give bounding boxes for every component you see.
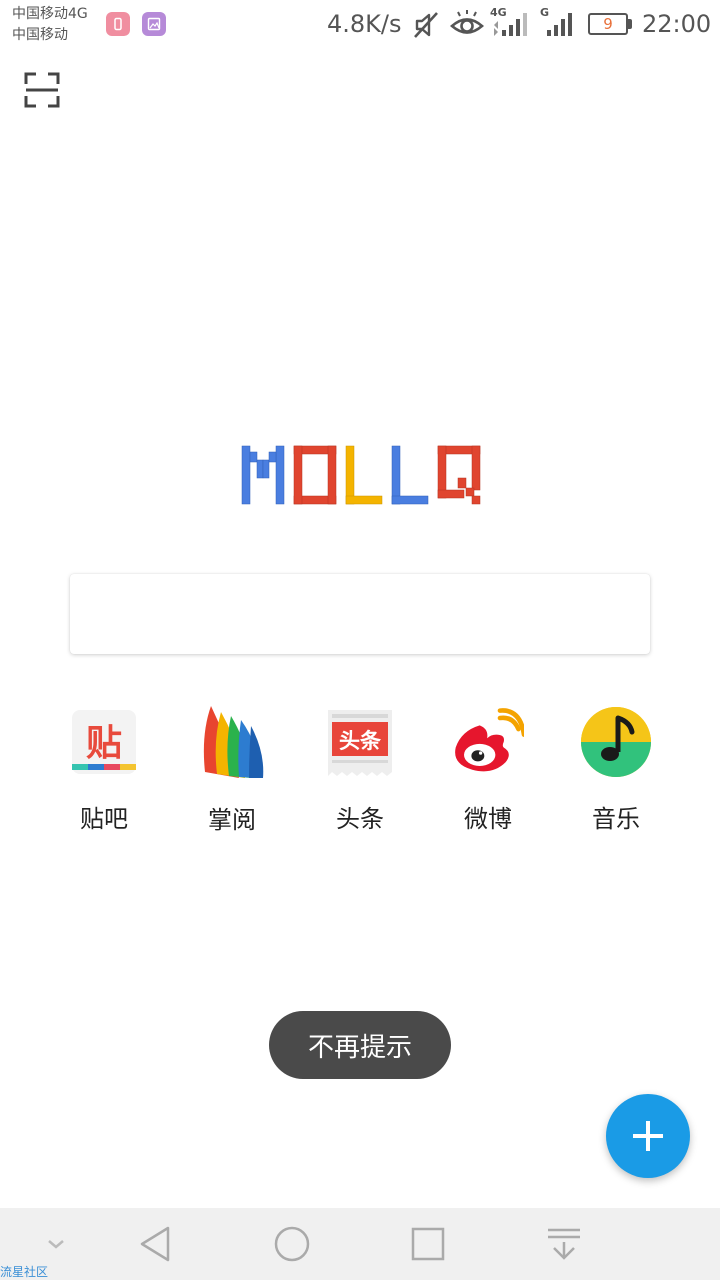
notification-pulldown-button[interactable]	[544, 1224, 584, 1264]
network-speed: 4.8K/s	[327, 10, 402, 38]
toutiao-icon: 头条	[324, 704, 396, 779]
shortcut-label: 掌阅	[208, 806, 256, 834]
battery-icon: 9	[588, 13, 632, 35]
clock: 22:00	[642, 10, 712, 38]
mute-icon	[414, 12, 438, 38]
watermark-text: 流星社区	[0, 1265, 49, 1279]
browser-home-screen: 中国移动4G 中国移动 4.8K/s 4G G 9 22:00 贴 贴吧 掌阅 …	[0, 0, 720, 1280]
plus-icon	[633, 1121, 663, 1151]
recents-icon	[411, 1227, 445, 1261]
zhangyue-icon	[196, 704, 268, 780]
home-button[interactable]	[272, 1224, 312, 1264]
status-bar: 中国移动4G 中国移动 4.8K/s 4G G 9 22:00	[0, 0, 720, 52]
notification-pulldown-icon	[548, 1228, 580, 1260]
eye-icon	[450, 10, 484, 34]
back-icon	[140, 1226, 170, 1262]
shortcut-label: 贴吧	[80, 805, 128, 833]
tieba-icon: 贴	[68, 704, 140, 779]
shortcut-grid: 贴 贴吧 掌阅 头条 头条 微博 音乐	[40, 704, 680, 834]
toutiao-icon-text: 头条	[339, 729, 382, 753]
chevron-down-icon	[48, 1240, 64, 1249]
dont-show-again-toast[interactable]: 不再提示	[269, 1011, 451, 1079]
signal-g-icon: G	[540, 6, 578, 42]
shortcut-zhangyue[interactable]: 掌阅	[168, 704, 296, 834]
browser-logo	[240, 440, 484, 510]
battery-level: 9	[603, 15, 613, 33]
carrier-2: 中国移动	[12, 27, 68, 43]
system-nav-bar	[0, 1208, 720, 1280]
add-button[interactable]	[606, 1094, 690, 1178]
hide-nav-button[interactable]	[36, 1224, 76, 1264]
scan-icon	[24, 72, 60, 108]
notification-gallery-icon	[142, 12, 166, 36]
shortcut-weibo[interactable]: 微博	[424, 704, 552, 834]
carrier-info: 中国移动4G 中国移动	[12, 4, 88, 46]
shortcut-label: 头条	[336, 805, 384, 833]
signal-4g-icon: 4G	[490, 6, 530, 42]
shortcut-music[interactable]: 音乐	[552, 704, 680, 834]
shortcut-label: 音乐	[592, 805, 640, 833]
shortcut-label: 微博	[464, 805, 512, 833]
tieba-icon-text: 贴	[86, 723, 122, 764]
home-icon	[274, 1226, 310, 1262]
carrier-1: 中国移动4G	[12, 6, 88, 22]
notification-app-icon	[106, 12, 130, 36]
back-button[interactable]	[136, 1224, 176, 1264]
search-box[interactable]	[70, 574, 650, 654]
music-icon	[580, 704, 652, 779]
scan-button[interactable]	[22, 70, 62, 110]
weibo-icon	[452, 704, 524, 779]
shortcut-tieba[interactable]: 贴 贴吧	[40, 704, 168, 834]
search-input[interactable]	[70, 574, 650, 654]
shortcut-toutiao[interactable]: 头条 头条	[296, 704, 424, 834]
recents-button[interactable]	[408, 1224, 448, 1264]
